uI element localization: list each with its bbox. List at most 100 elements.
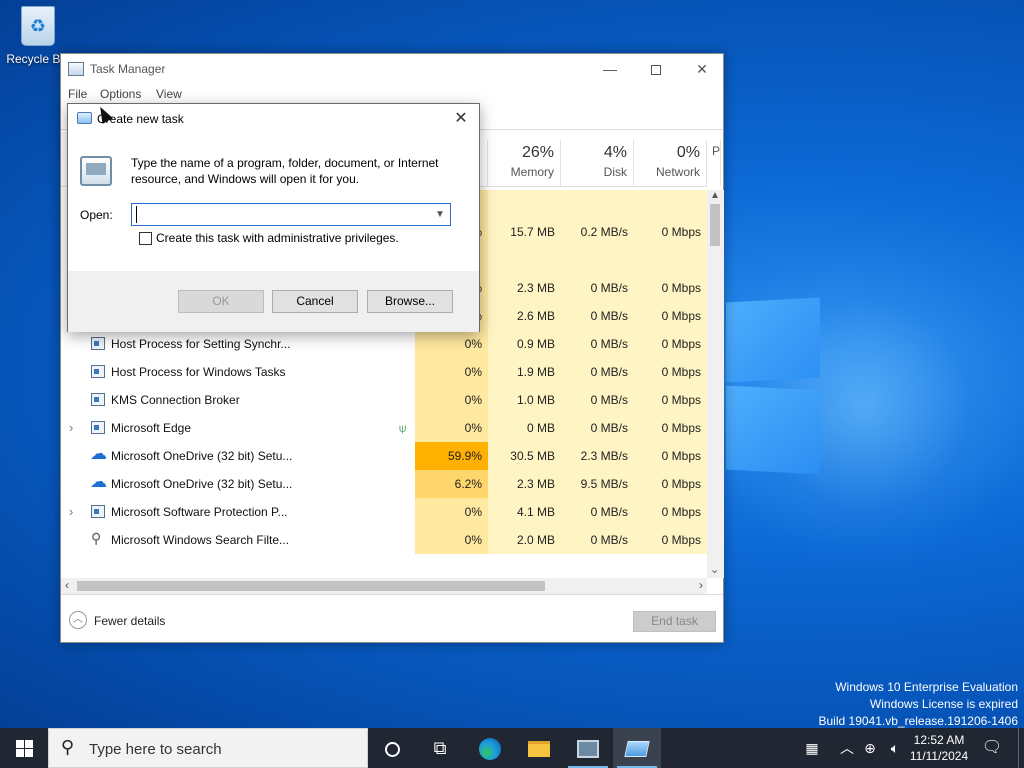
- process-memory-cell: [488, 246, 561, 274]
- network-header-percent: 0%: [676, 144, 700, 161]
- run-program-icon: [80, 156, 112, 186]
- process-network-cell: 0 Mbps: [634, 358, 707, 386]
- process-icon: [91, 393, 105, 406]
- process-disk-cell: 0 MB/s: [561, 498, 634, 526]
- process-cpu-cell: 0%: [415, 386, 488, 414]
- open-input[interactable]: [136, 206, 426, 223]
- clock-time: 12:52 AM: [913, 733, 965, 747]
- admin-privileges-label[interactable]: Create this task with administrative pri…: [156, 231, 399, 245]
- task-manager-titlebar[interactable]: Task Manager — ✕: [61, 54, 723, 84]
- ok-button[interactable]: OK: [178, 290, 264, 313]
- action-center-icon[interactable]: 🗨︎: [978, 728, 1006, 768]
- process-disk-cell: 0 MB/s: [561, 302, 634, 330]
- table-row[interactable]: Microsoft OneDrive (32 bit) Setu... 6.2%2…: [61, 470, 707, 498]
- process-network-cell: [634, 246, 707, 274]
- search-icon: ⚲: [61, 737, 75, 757]
- start-icon: [16, 740, 33, 757]
- clock-date: 11/11/2024: [909, 749, 969, 763]
- cortana-button[interactable]: [368, 728, 416, 768]
- windows-logo-pane-bottom: [726, 385, 820, 475]
- expand-chevron-icon[interactable]: ›: [69, 498, 73, 526]
- run-taskbar-button[interactable]: [613, 728, 661, 768]
- end-task-button[interactable]: End task: [633, 611, 716, 632]
- news-and-interests-icon[interactable]: ▦: [797, 728, 827, 768]
- disk-header-label: Disk: [603, 165, 627, 179]
- table-row[interactable]: › Microsoft Software Protection P... 0% 4.1…: [61, 498, 707, 526]
- file-explorer-taskbar-button[interactable]: [515, 728, 563, 768]
- taskbar-search-box[interactable]: ⚲ Type here to search: [48, 728, 368, 768]
- process-name: Microsoft OneDrive (32 bit) Setu...: [111, 449, 293, 463]
- task-manager-title: Task Manager: [90, 62, 166, 76]
- process-memory-cell: 0.9 MB: [488, 330, 561, 358]
- menu-file[interactable]: File: [68, 87, 87, 101]
- network-icon[interactable]: ⊕: [860, 728, 880, 768]
- table-row[interactable]: Host Process for Setting Synchr... 0% 0.9 …: [61, 330, 707, 358]
- process-memory-cell: 15.7 MB: [488, 218, 561, 246]
- fewer-details-link[interactable]: Fewer details: [94, 614, 165, 628]
- vertical-scrollbar[interactable]: ▲ ⌄: [707, 190, 724, 578]
- cancel-button[interactable]: Cancel: [272, 290, 358, 313]
- admin-privileges-checkbox[interactable]: [139, 232, 152, 245]
- process-disk-cell: 0 MB/s: [561, 330, 634, 358]
- scroll-left-icon[interactable]: ‹: [65, 578, 69, 592]
- process-cpu-cell: 59.9%: [415, 442, 488, 470]
- scroll-up-icon[interactable]: ▲: [710, 190, 720, 201]
- column-header-disk[interactable]: 4% Disk: [561, 140, 634, 186]
- menu-options[interactable]: Options: [100, 87, 141, 101]
- process-network-cell: 0 Mbps: [634, 274, 707, 302]
- process-network-cell: 0 Mbps: [634, 302, 707, 330]
- chevron-up-icon[interactable]: ︿: [69, 611, 87, 629]
- task-view-icon: ⧉: [433, 738, 447, 758]
- onedrive-cloud-icon: [90, 444, 107, 464]
- close-button[interactable]: ✕: [679, 54, 725, 84]
- process-cpu-cell: 6.2%: [415, 470, 488, 498]
- process-disk-cell: 0 MB/s: [561, 414, 634, 442]
- process-disk-cell: 0 MB/s: [561, 526, 634, 554]
- column-header-memory[interactable]: 26% Memory: [488, 140, 561, 186]
- horizontal-scroll-thumb[interactable]: [77, 581, 545, 591]
- process-memory-cell: 2.3 MB: [488, 470, 561, 498]
- open-combobox[interactable]: ▼: [131, 203, 451, 226]
- search-filter-icon: [91, 530, 105, 547]
- task-manager-taskbar-button[interactable]: [564, 728, 612, 768]
- column-header-network[interactable]: 0% Network: [634, 140, 707, 186]
- vertical-scroll-thumb[interactable]: [710, 204, 720, 246]
- task-view-button[interactable]: ⧉: [416, 728, 464, 768]
- menu-view[interactable]: View: [156, 87, 182, 101]
- browse-button[interactable]: Browse...: [367, 290, 453, 313]
- process-disk-cell: [561, 190, 634, 218]
- edge-taskbar-button[interactable]: [466, 728, 514, 768]
- process-memory-cell: 2.3 MB: [488, 274, 561, 302]
- process-name: Host Process for Setting Synchr...: [111, 337, 291, 351]
- volume-muted-icon[interactable]: 🔈︎: [884, 728, 906, 768]
- table-row[interactable]: KMS Connection Broker 0% 1.0 MB 0 MB/s 0 Mbp…: [61, 386, 707, 414]
- process-network-cell: 0 Mbps: [634, 414, 707, 442]
- show-hidden-icons-chevron-icon[interactable]: ︿: [838, 728, 856, 768]
- table-row[interactable]: Microsoft Windows Search Filte... 0%2.0 M…: [61, 526, 707, 554]
- table-row[interactable]: › Microsoft Edge ⍦ 0% 0 MB 0 MB/s 0 Mbps: [61, 414, 707, 442]
- minimize-button[interactable]: —: [587, 54, 633, 84]
- chevron-down-icon[interactable]: ▼: [432, 205, 448, 224]
- scroll-down-icon[interactable]: ⌄: [710, 563, 719, 576]
- table-row[interactable]: Microsoft OneDrive (32 bit) Setu... 59.9%…: [61, 442, 707, 470]
- maximize-button[interactable]: [633, 54, 679, 84]
- horizontal-scrollbar[interactable]: ‹ ›: [61, 578, 707, 594]
- maximize-icon: [651, 65, 661, 76]
- table-row[interactable]: Host Process for Windows Tasks 0% 1.9 MB 0 …: [61, 358, 707, 386]
- system-clock[interactable]: 12:52 AM 11/11/2024: [906, 732, 972, 764]
- dialog-button-bar: OK Cancel Browse...: [68, 271, 479, 332]
- expand-chevron-icon[interactable]: ›: [69, 414, 73, 442]
- scroll-right-icon[interactable]: ›: [699, 578, 703, 592]
- process-name: Microsoft OneDrive (32 bit) Setu...: [111, 477, 293, 491]
- create-new-task-dialog: Create new task ✕ Type the name of a pro…: [67, 103, 480, 332]
- process-disk-cell: 0 MB/s: [561, 358, 634, 386]
- start-button[interactable]: [0, 728, 48, 768]
- watermark-license: Windows License is expired: [869, 697, 1018, 711]
- show-desktop-button[interactable]: [1018, 728, 1024, 768]
- edge-icon: [479, 738, 501, 761]
- process-disk-cell: 0 MB/s: [561, 274, 634, 302]
- column-header-power[interactable]: P: [707, 140, 721, 186]
- process-name: Microsoft Software Protection P...: [111, 505, 288, 519]
- process-cpu-cell: 0%: [415, 358, 488, 386]
- dialog-close-button[interactable]: ✕: [444, 106, 478, 132]
